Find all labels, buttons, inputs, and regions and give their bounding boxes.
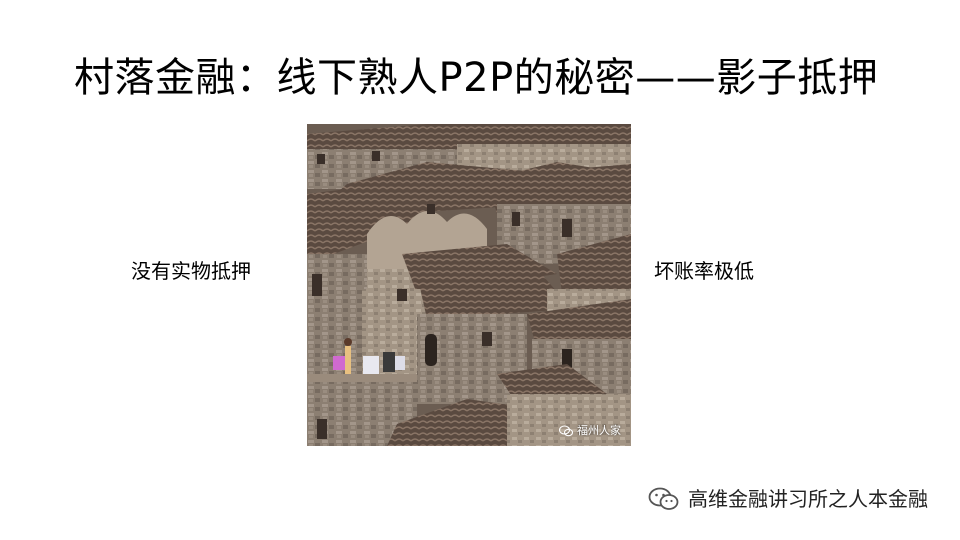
photo-watermark: 福州人家 bbox=[559, 424, 621, 438]
slide-title: 村落金融：线下熟人P2P的秘密——影子抵押 bbox=[74, 55, 879, 101]
village-illustration bbox=[307, 124, 631, 446]
source-watermark: 高维金融讲习所之人本金融 bbox=[648, 486, 928, 512]
village-photo: 福州人家 bbox=[307, 124, 631, 446]
source-watermark-text: 高维金融讲习所之人本金融 bbox=[688, 487, 928, 511]
wechat-icon bbox=[648, 487, 679, 510]
right-label: 坏账率极低 bbox=[654, 259, 754, 283]
photo-watermark-text: 福州人家 bbox=[577, 424, 621, 437]
left-label: 没有实物抵押 bbox=[131, 259, 251, 283]
wechat-icon bbox=[559, 425, 573, 437]
